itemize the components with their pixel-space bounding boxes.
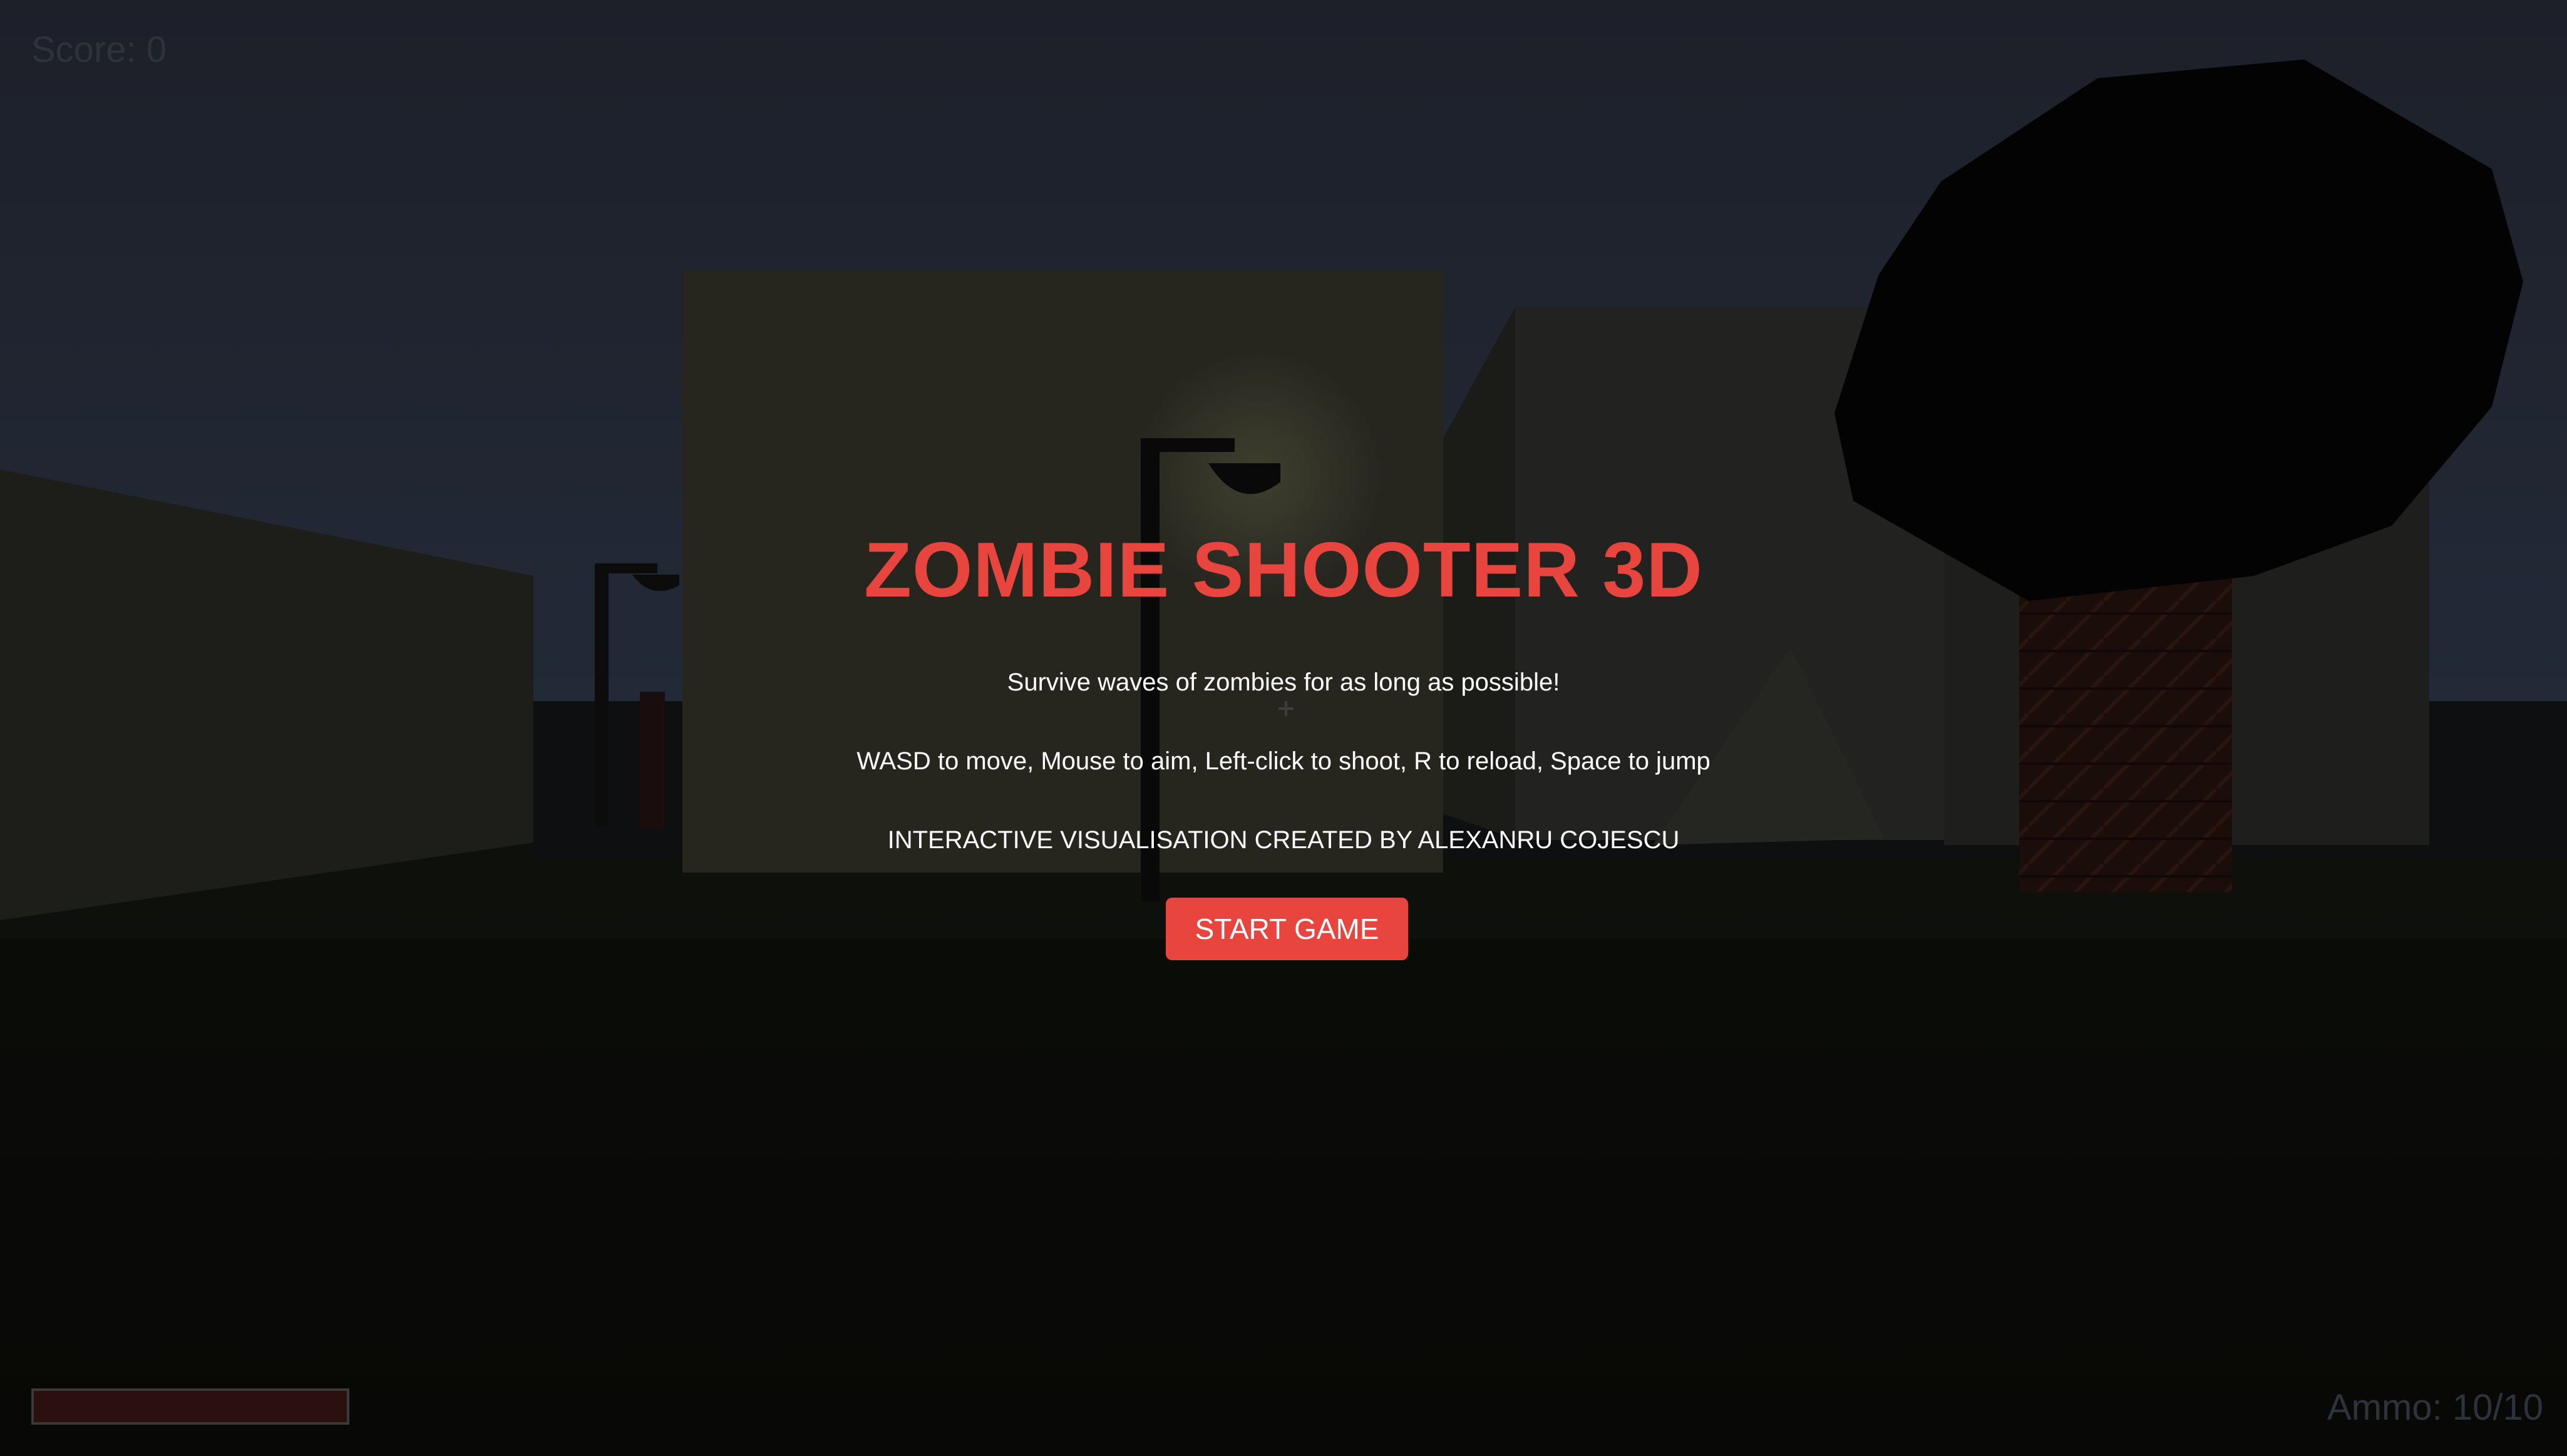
start-game-button[interactable]: START GAME (1166, 898, 1408, 960)
controls-instructions: WASD to move, Mouse to aim, Left-click t… (857, 747, 1710, 775)
menu-subtitle: Survive waves of zombies for as long as … (1007, 669, 1560, 696)
game-title: ZOMBIE SHOOTER 3D (864, 527, 1703, 613)
game-viewport[interactable]: Score: 0 Ammo: 10/10 ZOMBIE SHOOTER 3D S… (0, 0, 2567, 1456)
start-menu: ZOMBIE SHOOTER 3D Survive waves of zombi… (0, 0, 2567, 1456)
credit-line: INTERACTIVE VISUALISATION CREATED BY ALE… (887, 826, 1680, 854)
